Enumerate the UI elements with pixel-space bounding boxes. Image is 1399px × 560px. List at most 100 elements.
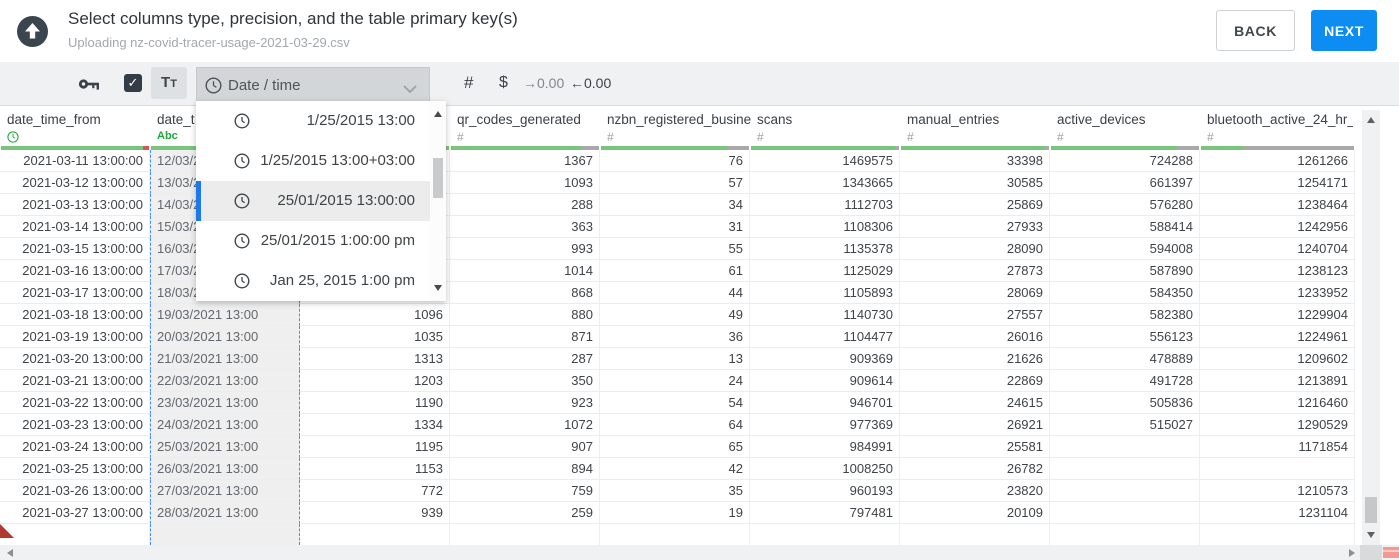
table-cell[interactable]: 21/03/2021 13:00 xyxy=(150,348,300,370)
table-cell[interactable]: 30585 xyxy=(900,172,1050,194)
table-cell[interactable]: 505836 xyxy=(1050,392,1200,414)
table-cell[interactable]: 2021-03-27 13:00:00 xyxy=(0,502,150,524)
table-cell[interactable]: 797481 xyxy=(750,502,900,524)
type-select[interactable]: Date / time xyxy=(196,67,430,104)
table-cell[interactable]: 2021-03-21 13:00:00 xyxy=(0,370,150,392)
table-cell[interactable]: 1093 xyxy=(450,172,600,194)
table-cell[interactable]: 20/03/2021 13:00 xyxy=(150,326,300,348)
table-cell[interactable]: 515027 xyxy=(1050,414,1200,436)
date-format-option[interactable]: 25/01/2015 1:00:00 pm xyxy=(196,221,430,261)
table-cell[interactable]: 2021-03-22 13:00:00 xyxy=(0,392,150,414)
table-cell[interactable]: 1096 xyxy=(300,304,450,326)
table-cell[interactable]: 2021-03-25 13:00:00 xyxy=(0,458,150,480)
vertical-scrollbar[interactable] xyxy=(1362,110,1380,545)
table-cell[interactable]: 1238123 xyxy=(1200,260,1355,282)
table-cell[interactable]: 588414 xyxy=(1050,216,1200,238)
table-cell[interactable]: 287 xyxy=(450,348,600,370)
table-cell[interactable]: 759 xyxy=(450,480,600,502)
table-cell[interactable]: 65 xyxy=(600,436,750,458)
table-cell[interactable]: 288 xyxy=(450,194,600,216)
table-cell[interactable]: 923 xyxy=(450,392,600,414)
table-cell[interactable] xyxy=(1050,458,1200,480)
table-cell[interactable]: 2021-03-16 13:00:00 xyxy=(0,260,150,282)
add-decimal-button[interactable]: →0.00 xyxy=(523,62,564,104)
column-header-scans[interactable]: scans # xyxy=(750,110,900,150)
table-cell[interactable]: 49 xyxy=(600,304,750,326)
table-cell[interactable]: 55 xyxy=(600,238,750,260)
table-cell[interactable] xyxy=(1200,458,1355,480)
table-cell[interactable]: 1367 xyxy=(450,150,600,172)
table-cell[interactable]: 54 xyxy=(600,392,750,414)
table-cell[interactable]: 2021-03-11 13:00:00 xyxy=(0,150,150,172)
table-cell[interactable]: 24615 xyxy=(900,392,1050,414)
scroll-up-arrow-icon[interactable] xyxy=(1367,117,1375,123)
table-cell[interactable]: 1008250 xyxy=(750,458,900,480)
table-cell[interactable]: 2021-03-19 13:00:00 xyxy=(0,326,150,348)
table-cell[interactable] xyxy=(1050,502,1200,524)
table-cell[interactable]: 1334 xyxy=(300,414,450,436)
table-cell[interactable]: 576280 xyxy=(1050,194,1200,216)
table-cell[interactable]: 1153 xyxy=(300,458,450,480)
table-cell[interactable]: 22869 xyxy=(900,370,1050,392)
table-cell[interactable]: 1254171 xyxy=(1200,172,1355,194)
table-cell[interactable]: 1125029 xyxy=(750,260,900,282)
table-cell[interactable]: 1203 xyxy=(300,370,450,392)
number-type-button[interactable]: # xyxy=(464,62,473,104)
table-cell[interactable]: 25/03/2021 13:00 xyxy=(150,436,300,458)
text-type-button[interactable]: TT xyxy=(151,67,187,99)
table-cell[interactable]: 724288 xyxy=(1050,150,1200,172)
table-cell[interactable]: 1290529 xyxy=(1200,414,1355,436)
table-cell[interactable]: 363 xyxy=(450,216,600,238)
table-cell[interactable]: 1261266 xyxy=(1200,150,1355,172)
table-cell[interactable]: 31 xyxy=(600,216,750,238)
table-cell[interactable]: 894 xyxy=(450,458,600,480)
back-button[interactable]: BACK xyxy=(1216,10,1295,51)
table-cell[interactable]: 26921 xyxy=(900,414,1050,436)
table-cell[interactable]: 1072 xyxy=(450,414,600,436)
table-cell[interactable]: 22/03/2021 13:00 xyxy=(150,370,300,392)
table-cell[interactable]: 880 xyxy=(450,304,600,326)
column-header-qr_codes_generated[interactable]: qr_codes_generated # xyxy=(450,110,600,150)
table-cell[interactable]: 2021-03-14 13:00:00 xyxy=(0,216,150,238)
table-cell[interactable]: 19 xyxy=(600,502,750,524)
table-cell[interactable]: 34 xyxy=(600,194,750,216)
table-cell[interactable]: 984991 xyxy=(750,436,900,458)
table-cell[interactable] xyxy=(900,524,1050,545)
table-cell[interactable]: 582380 xyxy=(1050,304,1200,326)
table-cell[interactable]: 26016 xyxy=(900,326,1050,348)
currency-type-button[interactable]: $ xyxy=(499,62,508,104)
vertical-scroll-thumb[interactable] xyxy=(1365,497,1377,523)
table-cell[interactable]: 1229904 xyxy=(1200,304,1355,326)
table-cell[interactable] xyxy=(1050,524,1200,545)
table-cell[interactable]: 1469575 xyxy=(750,150,900,172)
column-header-active_devices[interactable]: active_devices # xyxy=(1050,110,1200,150)
table-cell[interactable]: 871 xyxy=(450,326,600,348)
table-cell[interactable]: 1171854 xyxy=(1200,436,1355,458)
table-cell[interactable]: 35 xyxy=(600,480,750,502)
table-cell[interactable]: 23/03/2021 13:00 xyxy=(150,392,300,414)
table-cell[interactable] xyxy=(300,524,450,545)
table-cell[interactable]: 1135378 xyxy=(750,238,900,260)
table-cell[interactable]: 594008 xyxy=(1050,238,1200,260)
dropdown-scroll-thumb[interactable] xyxy=(433,158,443,198)
table-cell[interactable]: 13 xyxy=(600,348,750,370)
table-cell[interactable]: 993 xyxy=(450,238,600,260)
table-cell[interactable]: 1213891 xyxy=(1200,370,1355,392)
include-column-checkbox[interactable]: ✓ xyxy=(124,74,142,92)
table-cell[interactable]: 1105893 xyxy=(750,282,900,304)
primary-key-icon[interactable] xyxy=(78,77,101,96)
remove-decimal-button[interactable]: ←0.00 xyxy=(570,62,611,104)
column-header-nzbn_registered_busine[interactable]: nzbn_registered_busine # xyxy=(600,110,751,150)
table-cell[interactable]: 909614 xyxy=(750,370,900,392)
date-format-option[interactable]: Jan 25, 2015 1:00 pm xyxy=(196,261,430,301)
scroll-down-arrow-icon[interactable] xyxy=(1367,532,1375,538)
table-cell[interactable] xyxy=(600,524,750,545)
table-cell[interactable] xyxy=(450,524,600,545)
table-cell[interactable]: 907 xyxy=(450,436,600,458)
table-cell[interactable]: 2021-03-26 13:00:00 xyxy=(0,480,150,502)
table-cell[interactable]: 1108306 xyxy=(750,216,900,238)
table-cell[interactable]: 2021-03-13 13:00:00 xyxy=(0,194,150,216)
table-cell[interactable]: 36 xyxy=(600,326,750,348)
table-cell[interactable]: 27/03/2021 13:00 xyxy=(150,480,300,502)
table-cell[interactable]: 25581 xyxy=(900,436,1050,458)
